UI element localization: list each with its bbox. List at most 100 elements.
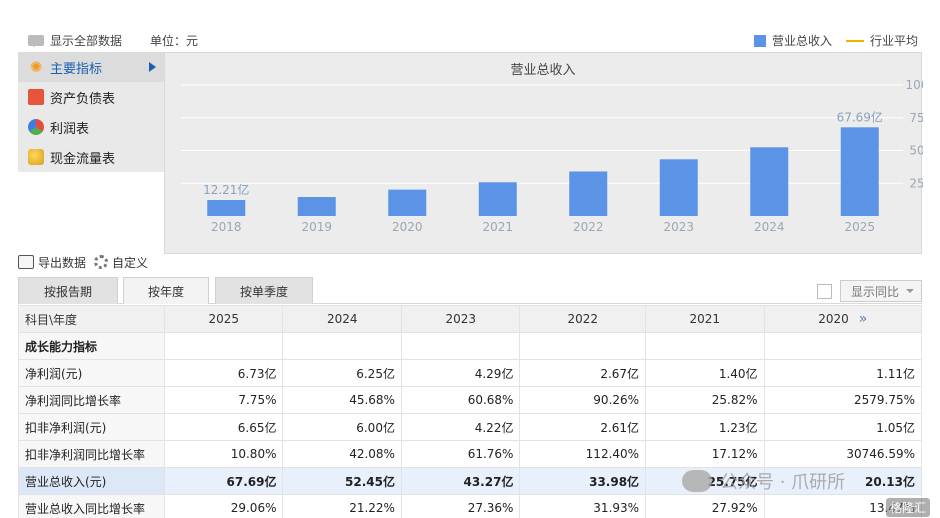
table-cell: 33.98亿 (519, 467, 647, 495)
year-header: 2021 (645, 305, 765, 333)
table-row: 净利润同比增长率 7.75% 45.68% 60.68% 90.26% 25.82% 257… (18, 386, 923, 414)
row-label[interactable]: 扣非净利润(元) (18, 413, 165, 441)
bar (569, 171, 608, 216)
table-cell: 52.45亿 (282, 467, 402, 495)
table-cell: 43.27亿 (400, 467, 521, 495)
sidebar-item-label: 资产负债表 (50, 91, 116, 107)
year-header-label: 2020 (818, 312, 849, 326)
section-label: 成长能力指标 (18, 332, 165, 360)
sidebar-menu: ✺ 主要指标 资产负债表 利润表 现金流量表 (18, 52, 164, 172)
table-row: 净利润(元) 6.73亿 6.25亿 4.29亿 2.67亿 1.40亿 1.11亿 (18, 359, 923, 387)
table-row: 扣非净利润同比增长率 10.80% 42.08% 61.76% 112.40% 17.12… (18, 440, 923, 468)
chevron-right-icon (149, 62, 156, 72)
table-cell: 61.76% (400, 440, 521, 468)
empty-cell (400, 332, 521, 360)
section-row: 成长能力指标 (18, 332, 923, 360)
header-label: 科目\年度 (18, 305, 165, 333)
empty-cell (645, 332, 765, 360)
table-cell: 112.40% (519, 440, 647, 468)
row-label[interactable]: 营业总收入同比增长率 (18, 494, 165, 518)
table-cell: 67.69亿 (163, 467, 284, 495)
x-tick-label: 2023 (663, 220, 694, 234)
period-tabs: 按报告期 按年度 按单季度 显示同比 (18, 277, 922, 304)
table-cell: 10.80% (163, 440, 284, 468)
export-label: 导出数据 (38, 255, 87, 270)
table-cell: 27.36% (400, 494, 521, 518)
table-cell: 4.22亿 (400, 413, 521, 441)
sidebar-item-cash-flow[interactable]: 现金流量表 (18, 142, 164, 172)
yoy-checkbox[interactable] (817, 283, 832, 299)
table-cell: 1.23亿 (645, 413, 765, 441)
table-row: 营业总收入同比增长率 29.06% 21.22% 27.36% 31.93% 27.92%… (18, 494, 923, 518)
sidebar-item-main-indicators[interactable]: ✺ 主要指标 (18, 52, 164, 82)
show-all-data-toggle[interactable]: 显示全部数据 (28, 32, 122, 49)
tab-by-quarter[interactable]: 按单季度 (215, 277, 313, 304)
show-all-label: 显示全部数据 (50, 34, 123, 48)
table-cell: 31.93% (519, 494, 647, 518)
x-tick-label: 2024 (754, 220, 785, 234)
x-tick-label: 2018 (211, 220, 242, 234)
next-columns-icon[interactable]: » (859, 311, 868, 327)
legend-bar-label[interactable]: 营业总收入 (772, 32, 832, 49)
table-cell: 6.25亿 (282, 359, 402, 387)
show-yoy-button[interactable]: 显示同比 (840, 280, 922, 302)
table-cell: 29.06% (163, 494, 284, 518)
tab-by-report-period[interactable]: 按报告期 (18, 277, 118, 304)
watermark-logo: 格隆汇 (885, 498, 930, 517)
table-cell: 2.61亿 (519, 413, 647, 441)
wechat-icon (682, 470, 712, 492)
bar (388, 189, 427, 216)
coins-icon (28, 149, 44, 165)
sidebar-item-label: 现金流量表 (50, 151, 116, 167)
export-icon (18, 255, 34, 269)
chart-plot: 25 50 75 100 2018 12.21亿 2019 2020 2021 2022 2023 2… (181, 78, 923, 234)
year-header: 2025 (163, 305, 284, 333)
star-gear-icon: ✺ (29, 58, 43, 76)
year-header: 2022 (519, 305, 647, 333)
gear-icon (94, 255, 109, 269)
table-cell: 30746.59% (763, 440, 923, 468)
y-tick-label: 75 (909, 111, 923, 125)
legend-line-label[interactable]: 行业平均 (870, 32, 918, 49)
x-tick-label: 2022 (573, 220, 604, 234)
sidebar-item-label: 主要指标 (50, 61, 103, 77)
row-label[interactable]: 营业总收入(元) (18, 467, 165, 495)
table-cell: 1.11亿 (763, 359, 923, 387)
table-cell: 1.40亿 (645, 359, 765, 387)
table-cell: 17.12% (645, 440, 765, 468)
table-cell: 60.68% (400, 386, 521, 414)
pie-icon (28, 119, 44, 135)
row-label[interactable]: 扣非净利润同比增长率 (18, 440, 165, 468)
row-label[interactable]: 净利润(元) (18, 359, 165, 387)
table-cell: 25.82% (645, 386, 765, 414)
table-cell: 6.73亿 (163, 359, 284, 387)
table-cell: 1.05亿 (763, 413, 923, 441)
x-tick-label: 2020 (392, 220, 423, 234)
customize-button[interactable]: 自定义 (94, 254, 148, 271)
yoy-control: 显示同比 (817, 280, 922, 302)
sidebar-item-income-statement[interactable]: 利润表 (18, 112, 164, 142)
row-label[interactable]: 净利润同比增长率 (18, 386, 165, 414)
table-cell: 90.26% (519, 386, 647, 414)
y-tick-label: 50 (909, 144, 923, 158)
tab-by-year[interactable]: 按年度 (123, 277, 209, 304)
export-data-button[interactable]: 导出数据 (18, 254, 86, 271)
x-tick-label: 2019 (301, 220, 332, 234)
bar (750, 147, 789, 216)
year-header: 2023 (400, 305, 521, 333)
table-cell: 4.29亿 (400, 359, 521, 387)
table-header-row: 科目\年度 2025 2024 2023 2022 2021 2020 » (18, 305, 923, 333)
unit-label: 单位：元 (150, 34, 199, 48)
table-cell: 21.22% (282, 494, 402, 518)
sidebar-item-balance-sheet[interactable]: 资产负债表 (18, 82, 164, 112)
table-cell: 6.00亿 (282, 413, 402, 441)
x-tick-label: 2021 (482, 220, 513, 234)
table-cell: 42.08% (282, 440, 402, 468)
x-tick-label: 2025 (844, 220, 875, 234)
bar (478, 182, 517, 216)
table-cell: 7.75% (163, 386, 284, 414)
legend-bar-swatch (753, 34, 766, 47)
table-cell: 6.65亿 (163, 413, 284, 441)
revenue-chart: 营业总收入 255075100201812.21亿201920202021202… (164, 52, 923, 254)
bar (840, 127, 879, 216)
